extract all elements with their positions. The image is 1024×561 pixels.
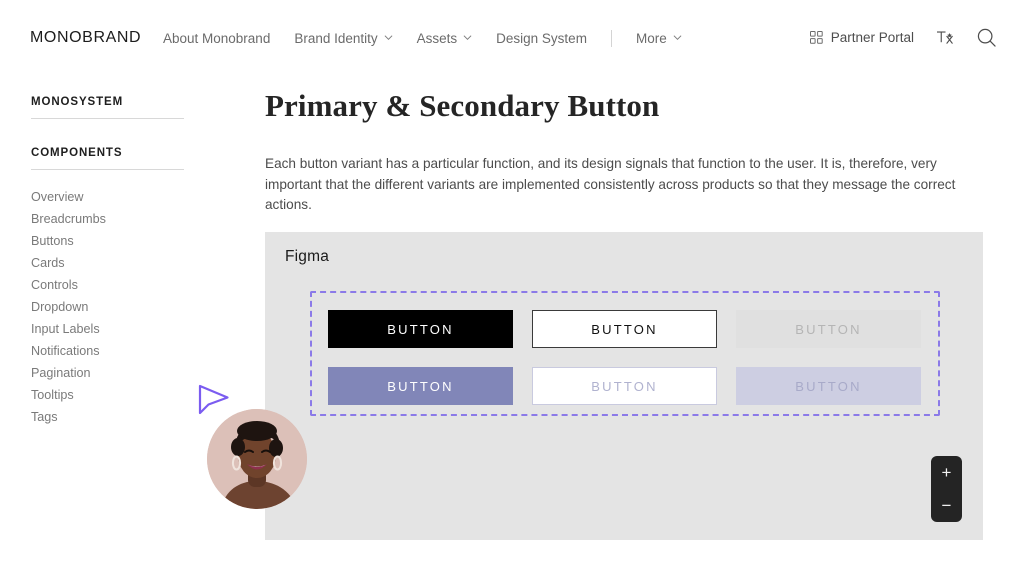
translate-icon[interactable] [936, 29, 955, 46]
page-title: Primary & Secondary Button [265, 88, 660, 123]
chevron-down-icon [673, 33, 682, 42]
button-purple-disabled: BUTTON [736, 367, 921, 405]
sidebar-heading-monosystem: MONOSYSTEM [31, 96, 124, 108]
sidebar-item-tooltips[interactable]: Tooltips [31, 384, 186, 406]
button-secondary[interactable]: BUTTON [532, 310, 717, 348]
sidebar-item-controls[interactable]: Controls [31, 274, 186, 296]
logo[interactable]: MONOBRAND [30, 29, 141, 47]
sidebar-item-dropdown[interactable]: Dropdown [31, 296, 186, 318]
panel-title: Figma [285, 248, 330, 265]
sidebar-item-buttons[interactable]: Buttons [31, 230, 186, 252]
button-disabled: BUTTON [736, 310, 921, 348]
nav-item-assets[interactable]: Assets [417, 31, 473, 46]
logo-text: MONOBRAND [30, 29, 142, 46]
nav-label: Assets [416, 31, 458, 46]
nav-divider [610, 30, 612, 47]
zoom-in-button[interactable]: + [931, 456, 962, 489]
page-root: MONOBRAND About Monobrand Brand Identity… [0, 0, 1024, 561]
sidebar: MONOSYSTEM COMPONENTS Overview Breadcrum… [31, 96, 186, 428]
partner-portal-link[interactable]: Partner Portal [809, 30, 914, 45]
chevron-down-icon [463, 33, 472, 42]
nav-label: Design System [496, 31, 587, 46]
button-variant-grid: BUTTON BUTTON BUTTON BUTTON BUTTON BUTTO… [328, 310, 921, 405]
page-description: Each button variant has a particular fun… [265, 156, 956, 212]
sidebar-item-cards[interactable]: Cards [31, 252, 186, 274]
sidebar-divider [31, 169, 184, 170]
nav-label: Brand Identity [294, 31, 378, 46]
sidebar-item-pagination[interactable]: Pagination [31, 362, 186, 384]
partner-portal-label: Partner Portal [830, 30, 914, 45]
nav-item-brand-identity[interactable]: Brand Identity [294, 31, 393, 46]
header-actions: Partner Portal [809, 28, 996, 47]
nav-item-design-system[interactable]: Design System [496, 31, 587, 46]
zoom-control: + − [931, 456, 962, 522]
sidebar-item-tags[interactable]: Tags [31, 406, 186, 428]
nav-item-about-monobrand[interactable]: About Monobrand [163, 31, 270, 46]
sidebar-item-breadcrumbs[interactable]: Breadcrumbs [31, 208, 186, 230]
figma-preview-panel: Figma BUTTON BUTTON BUTTON BUTTON BUTTON… [265, 232, 983, 540]
main-nav: About Monobrand Brand Identity Assets De… [163, 30, 706, 47]
collaborator-cursor-icon [197, 383, 231, 419]
button-primary[interactable]: BUTTON [328, 310, 513, 348]
sidebar-item-overview[interactable]: Overview [31, 186, 186, 208]
search-icon[interactable] [977, 28, 996, 47]
sidebar-nav-list: Overview Breadcrumbs Buttons Cards Contr… [31, 186, 186, 428]
site-header: MONOBRAND About Monobrand Brand Identity… [0, 0, 1024, 76]
nav-label: More [635, 31, 667, 46]
nav-label: About Monobrand [163, 31, 271, 46]
nav-item-more[interactable]: More [636, 31, 682, 46]
main-content: Primary & Secondary Button Each button v… [265, 88, 985, 216]
button-purple-secondary[interactable]: BUTTON [532, 367, 717, 405]
button-purple-primary[interactable]: BUTTON [328, 367, 513, 405]
sidebar-heading-components: COMPONENTS [31, 147, 123, 159]
sidebar-item-input-labels[interactable]: Input Labels [31, 318, 186, 340]
sidebar-item-notifications[interactable]: Notifications [31, 340, 186, 362]
avatar[interactable] [207, 409, 307, 509]
grid-icon [809, 31, 823, 44]
zoom-out-button[interactable]: − [931, 489, 962, 522]
chevron-down-icon [384, 33, 393, 42]
